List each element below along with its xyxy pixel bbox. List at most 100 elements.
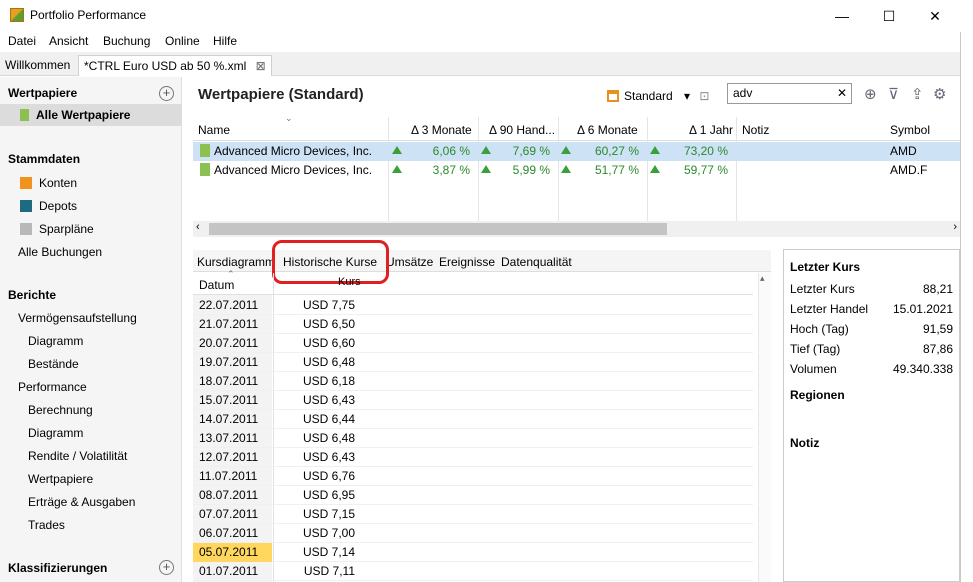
- filter-icon[interactable]: ⊽: [888, 85, 899, 103]
- calendar-icon: [607, 90, 619, 102]
- vertical-scrollbar[interactable]: ▴: [758, 273, 771, 582]
- window-title: Portfolio Performance: [30, 8, 147, 22]
- scroll-up-icon[interactable]: ▴: [760, 273, 765, 284]
- document-icon: [200, 144, 210, 157]
- tab-file[interactable]: *CTRL Euro USD ab 50 %.xml ⊠: [78, 55, 272, 76]
- maximize-button[interactable]: ☐: [866, 6, 912, 26]
- column-delta-90[interactable]: Δ 90 Hand...: [489, 123, 555, 137]
- table-row[interactable]: 08.07.2011 USD 6,95: [193, 486, 753, 505]
- sidebar-item-konten[interactable]: Konten: [20, 176, 77, 190]
- column-datum[interactable]: Datum: [199, 278, 234, 292]
- table-row[interactable]: 07.07.2011 USD 7,15: [193, 505, 753, 524]
- symbol: AMD: [890, 144, 917, 158]
- panel-heading-letzter-kurs: Letzter Kurs: [790, 260, 861, 274]
- sidebar: Wertpapiere + Alle Wertpapiere Stammdate…: [0, 77, 182, 582]
- add-security-icon[interactable]: ⊕: [864, 85, 877, 103]
- table-row[interactable]: 11.07.2011 USD 6,76: [193, 467, 753, 486]
- security-name: Advanced Micro Devices, Inc.: [214, 163, 373, 177]
- table-row[interactable]: 12.07.2011 USD 6,43: [193, 448, 753, 467]
- table-row[interactable]: Advanced Micro Devices, Inc. 6,06 % 7,69…: [193, 142, 960, 161]
- column-notiz[interactable]: Notiz: [742, 123, 769, 137]
- sidebar-item-ertraege-ausgaben[interactable]: Erträge & Ausgaben: [28, 495, 135, 509]
- table-row[interactable]: 20.07.2011 USD 6,60: [193, 334, 753, 353]
- price-value: USD 6,48: [302, 431, 355, 445]
- price-date: 22.07.2011: [199, 298, 259, 312]
- panel-heading-notiz: Notiz: [790, 436, 820, 450]
- title-bar: Portfolio Performance — ☐ ✕: [0, 0, 973, 32]
- delta-90: 7,69 %: [512, 144, 550, 158]
- sidebar-item-performance[interactable]: Performance: [18, 380, 87, 394]
- price-date: 19.07.2011: [199, 355, 259, 369]
- gear-icon[interactable]: ⚙: [933, 85, 946, 103]
- menu-hilfe[interactable]: Hilfe: [213, 34, 237, 48]
- delta-90: 5,99 %: [512, 163, 550, 177]
- scroll-left-icon[interactable]: ‹: [196, 221, 200, 233]
- price-value: USD 7,15: [302, 507, 355, 521]
- menu-ansicht[interactable]: Ansicht: [49, 34, 88, 48]
- panel-label: Tief (Tag): [790, 342, 841, 356]
- panel-label: Letzter Handel: [790, 302, 869, 316]
- column-delta-1y[interactable]: Δ 1 Jahr: [689, 123, 733, 137]
- securities-table-header: Name ⌄ Δ 3 Monate Δ 90 Hand... Δ 6 Monat…: [193, 113, 960, 141]
- export-icon[interactable]: ⇪: [911, 85, 924, 103]
- scroll-right-icon[interactable]: ›: [953, 221, 957, 233]
- sidebar-item-wertpapiere-report[interactable]: Wertpapiere: [28, 472, 93, 486]
- sidebar-item-berechnung[interactable]: Berechnung: [28, 403, 93, 417]
- table-row[interactable]: 14.07.2011 USD 6,44: [193, 410, 753, 429]
- restore-view-icon[interactable]: ⊡: [699, 89, 709, 103]
- column-delta-6m[interactable]: Δ 6 Monate: [577, 123, 638, 137]
- add-klassifizierung-icon[interactable]: +: [159, 560, 174, 575]
- minimize-button[interactable]: —: [819, 6, 865, 26]
- table-row[interactable]: 22.07.2011 USD 7,75: [193, 296, 753, 315]
- sidebar-item-sparplaene[interactable]: Sparpläne: [20, 222, 94, 236]
- view-selector[interactable]: Standard ▾ ⊡: [607, 89, 709, 103]
- table-row[interactable]: 18.07.2011 USD 6,18: [193, 372, 753, 391]
- sidebar-item-vermoegensaufstellung[interactable]: Vermögensaufstellung: [18, 311, 137, 325]
- up-arrow-icon: [561, 165, 571, 173]
- column-kurs[interactable]: Kurs: [338, 276, 361, 288]
- menu-online[interactable]: Online: [165, 34, 200, 48]
- clear-search-icon[interactable]: ✕: [837, 86, 847, 100]
- page-title: Wertpapiere (Standard): [198, 86, 364, 103]
- chevron-down-icon[interactable]: ▾: [684, 89, 690, 103]
- table-row[interactable]: 01.07.2011 USD 7,11: [193, 562, 753, 581]
- column-delta-3m[interactable]: Δ 3 Monate: [411, 123, 472, 137]
- tab-willkommen[interactable]: Willkommen: [0, 55, 75, 76]
- horizontal-scrollbar[interactable]: ‹ ›: [193, 221, 960, 237]
- search-input[interactable]: adv ✕: [727, 83, 852, 104]
- sidebar-item-alle-wertpapiere[interactable]: Alle Wertpapiere: [20, 108, 130, 122]
- price-value: USD 6,60: [302, 336, 355, 350]
- column-symbol[interactable]: Symbol: [890, 123, 930, 137]
- price-value: USD 6,48: [302, 355, 355, 369]
- tab-datenqualitaet[interactable]: Datenqualität: [501, 255, 572, 269]
- tab-kursdiagramm[interactable]: Kursdiagramm: [197, 255, 275, 269]
- add-wertpapier-icon[interactable]: +: [159, 86, 174, 101]
- app-icon: [10, 8, 24, 22]
- menu-datei[interactable]: Datei: [8, 34, 36, 48]
- menu-buchung[interactable]: Buchung: [103, 34, 150, 48]
- menu-bar: Datei Ansicht Buchung Online Hilfe: [0, 32, 973, 52]
- sidebar-item-rendite-volatilitaet[interactable]: Rendite / Volatilität: [28, 449, 127, 463]
- table-row[interactable]: 05.07.2011 USD 7,14: [193, 543, 753, 562]
- sidebar-item-trades[interactable]: Trades: [28, 518, 65, 532]
- table-row[interactable]: 19.07.2011 USD 6,48: [193, 353, 753, 372]
- table-row[interactable]: Advanced Micro Devices, Inc. 3,87 % 5,99…: [193, 161, 960, 180]
- account-icon: [20, 177, 32, 189]
- tab-umsaetze[interactable]: Umsätze: [386, 255, 433, 269]
- scrollbar-thumb[interactable]: [209, 223, 667, 235]
- up-arrow-icon: [650, 165, 660, 173]
- tab-ereignisse[interactable]: Ereignisse: [439, 255, 495, 269]
- close-button[interactable]: ✕: [912, 6, 958, 26]
- sidebar-item-bestaende[interactable]: Bestände: [28, 357, 79, 371]
- table-row[interactable]: 15.07.2011 USD 6,43: [193, 391, 753, 410]
- column-name[interactable]: Name: [198, 123, 230, 137]
- table-row[interactable]: 13.07.2011 USD 6,48: [193, 429, 753, 448]
- price-value: USD 6,76: [302, 469, 355, 483]
- sidebar-item-alle-buchungen[interactable]: Alle Buchungen: [18, 245, 102, 259]
- table-row[interactable]: 06.07.2011 USD 7,00: [193, 524, 753, 543]
- sidebar-item-depots[interactable]: Depots: [20, 199, 77, 213]
- sidebar-item-diagramm[interactable]: Diagramm: [28, 334, 83, 348]
- tab-close-icon[interactable]: ⊠: [256, 59, 266, 73]
- sidebar-item-performance-diagramm[interactable]: Diagramm: [28, 426, 83, 440]
- table-row[interactable]: 21.07.2011 USD 6,50: [193, 315, 753, 334]
